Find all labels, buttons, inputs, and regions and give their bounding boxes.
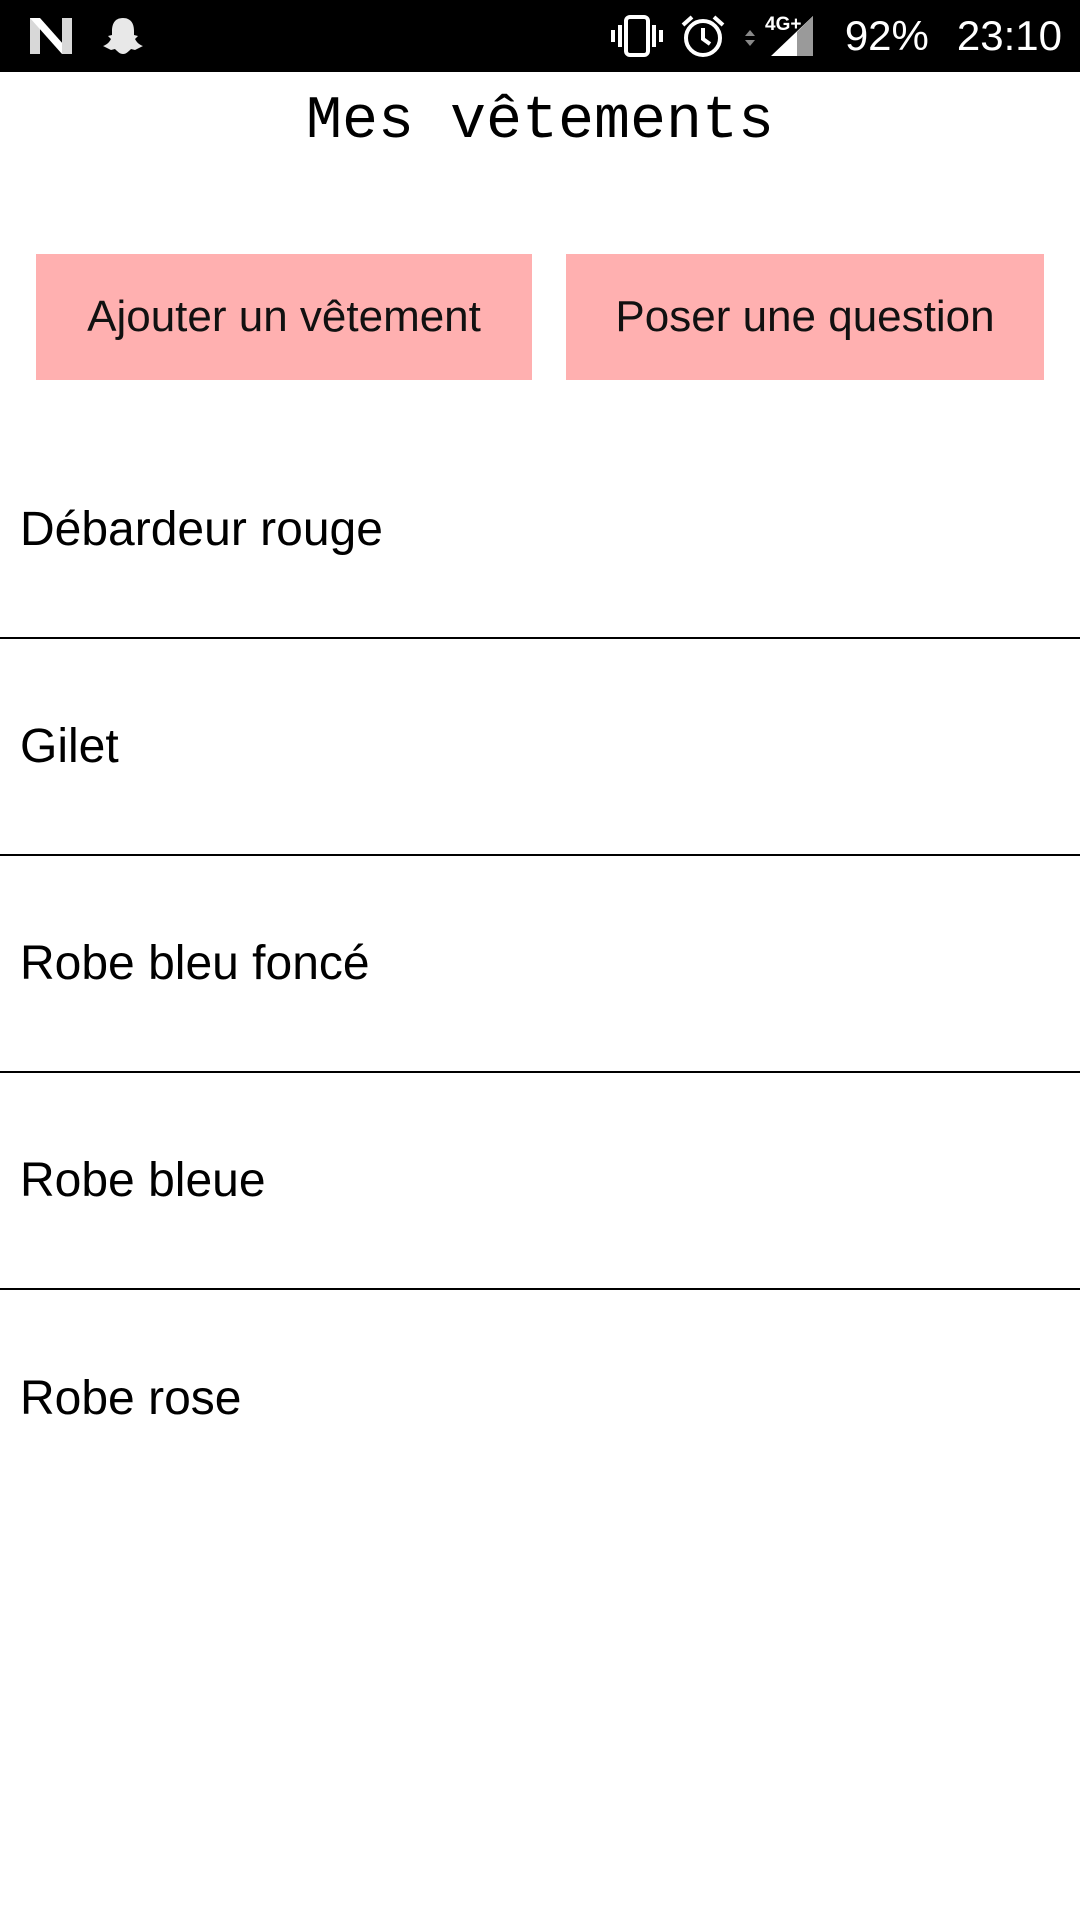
network-label: 4G+ xyxy=(765,14,801,35)
list-item-label: Gilet xyxy=(20,719,119,773)
status-bar: 4G+ 92% 23:10 xyxy=(0,0,1080,72)
network-4g-signal-icon: 4G+ xyxy=(741,12,819,60)
list-item-label: Robe rose xyxy=(20,1371,242,1425)
alarm-clock-icon xyxy=(679,13,727,59)
clock-time: 23:10 xyxy=(956,12,1062,59)
list-item[interactable]: Robe bleu foncé xyxy=(0,856,1080,1073)
status-right-icons: 4G+ 92% 23:10 xyxy=(609,8,1062,64)
clothes-list: Débardeur rouge Gilet Robe bleu foncé Ro… xyxy=(0,422,1080,1507)
status-left-icons xyxy=(28,10,144,62)
list-item-label: Robe bleue xyxy=(20,1153,266,1207)
ask-question-button[interactable]: Poser une question xyxy=(566,254,1044,380)
add-clothing-button[interactable]: Ajouter un vêtement xyxy=(36,254,532,380)
page-title: Mes vêtements xyxy=(305,88,775,156)
battery-percentage: 92% xyxy=(844,12,929,59)
vibrate-icon xyxy=(609,14,665,58)
snapchat-ghost-icon xyxy=(102,16,144,56)
n-notification-icon xyxy=(28,16,74,56)
list-item-label: Débardeur rouge xyxy=(20,502,383,556)
list-item-label: Robe bleu foncé xyxy=(20,936,370,990)
list-item[interactable]: Débardeur rouge xyxy=(0,422,1080,639)
list-item[interactable]: Robe bleue xyxy=(0,1073,1080,1290)
list-item[interactable]: Gilet xyxy=(0,639,1080,856)
list-item[interactable]: Robe rose xyxy=(0,1290,1080,1507)
